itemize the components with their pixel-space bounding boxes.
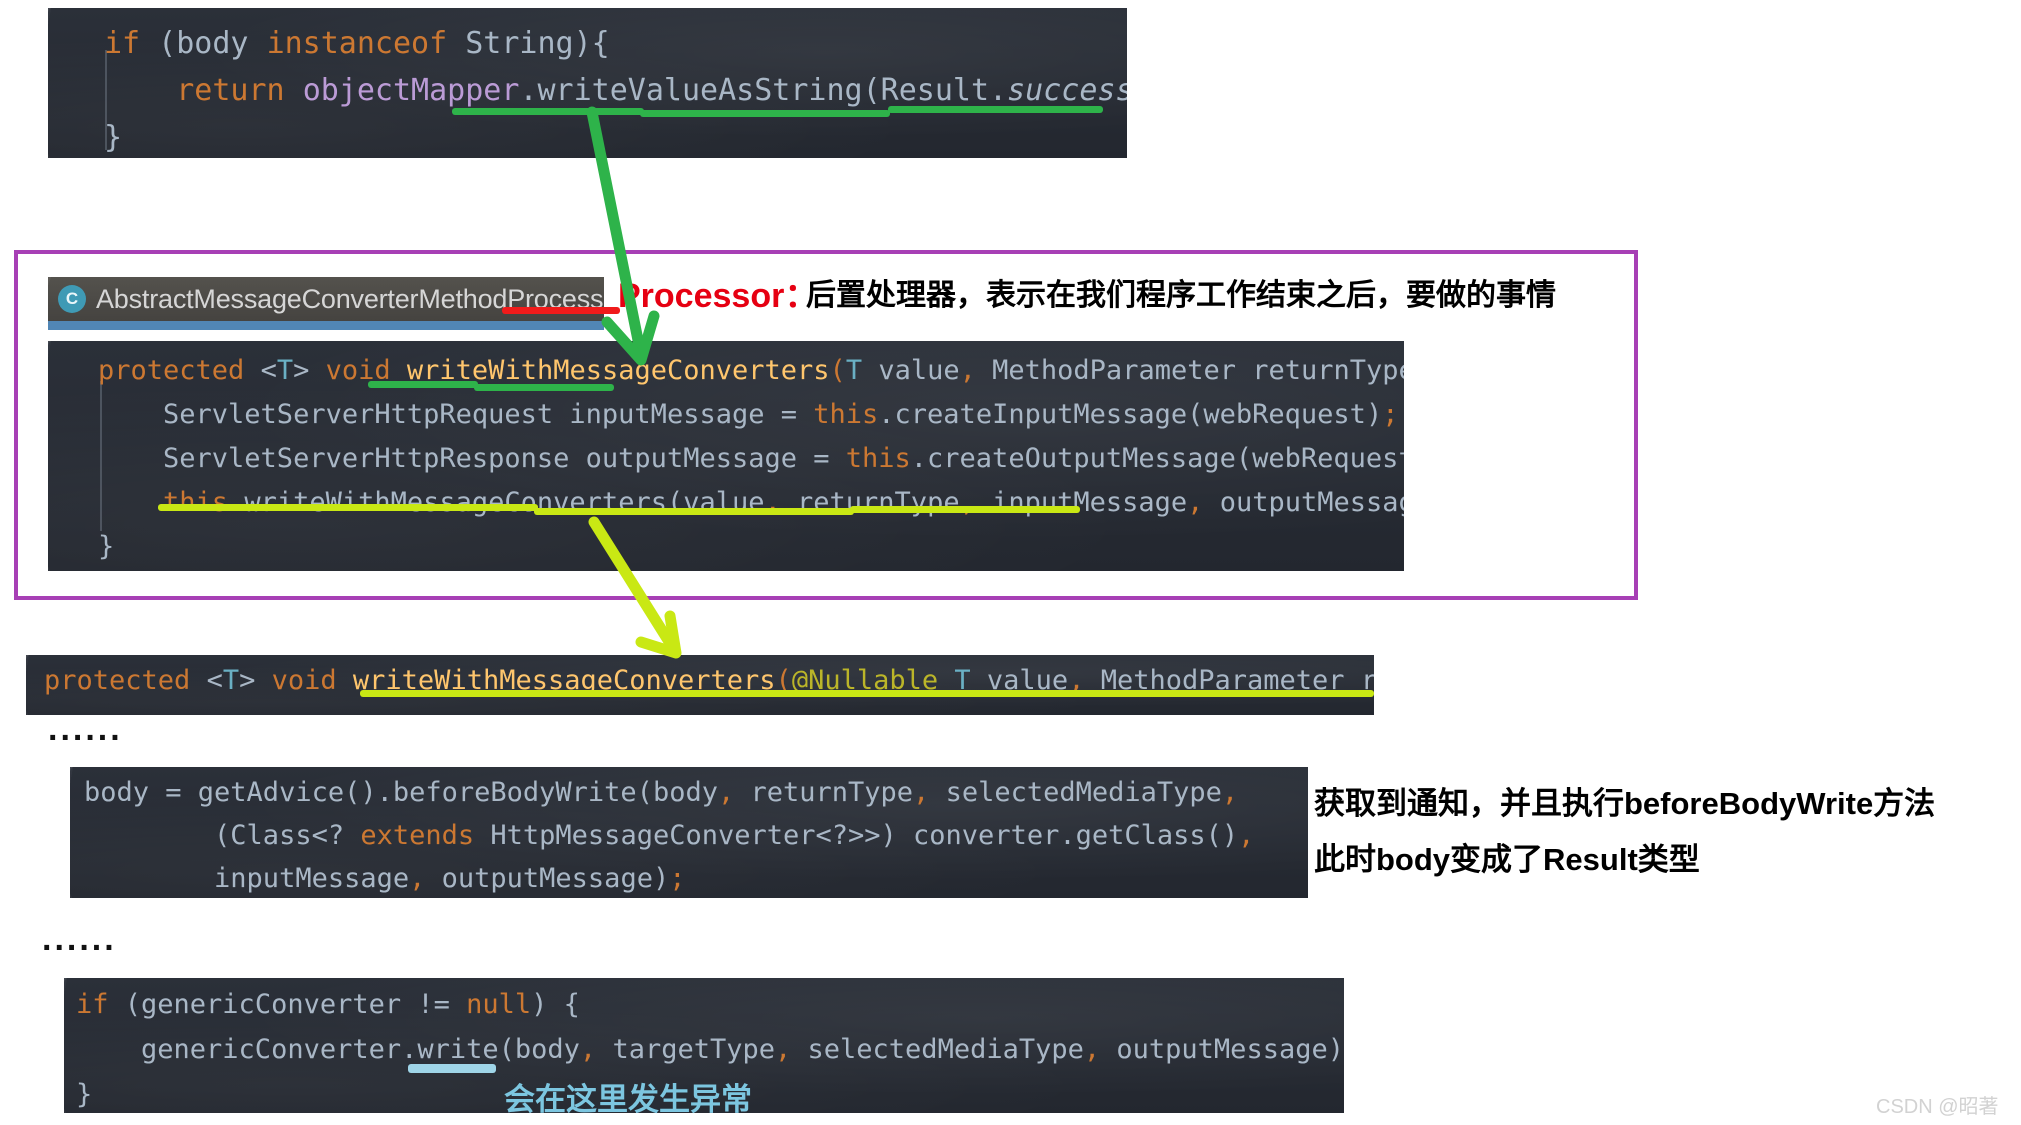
code-line: genericConverter.write(body, targetType,… bbox=[76, 1034, 1344, 1065]
advice-note-line-2: 此时body变成了Result类型 bbox=[1314, 842, 1700, 877]
ellipsis-2: ...... bbox=[42, 920, 117, 958]
exception-note: 会在这里发生异常 bbox=[504, 1082, 752, 1117]
class-file-icon: C bbox=[58, 285, 86, 313]
class-file-icon-letter: C bbox=[65, 289, 79, 308]
code-line: ServletServerHttpResponse outputMessage … bbox=[98, 443, 1404, 474]
processor-note-prefix: Processor： bbox=[618, 277, 819, 315]
code-line: (Class<? extends HttpMessageConverter<?>… bbox=[84, 820, 1255, 851]
code-line: } bbox=[76, 1079, 93, 1110]
red-underline-tab bbox=[502, 307, 620, 314]
green-underline-3 bbox=[888, 106, 1103, 113]
code-line: body = getAdvice().beforeBodyWrite(body,… bbox=[84, 777, 1239, 808]
code-line: } bbox=[98, 531, 115, 562]
lime-underline-3 bbox=[850, 506, 1080, 513]
code-block-objectmapper: if (body instanceof String){ return obje… bbox=[48, 8, 1127, 158]
code-block-write-with-converters-nullable: protected <T> void writeWithMessageConve… bbox=[26, 655, 1374, 715]
code-line: return objectMapper.writeValueAsString(R… bbox=[176, 73, 1127, 108]
editor-tab-active-underline bbox=[48, 321, 604, 330]
processor-note-text: 后置处理器，表示在我们程序工作结束之后，要做的事情 bbox=[806, 279, 1556, 312]
ellipsis-1: ...... bbox=[48, 710, 123, 748]
code-block-before-body-write: body = getAdvice().beforeBodyWrite(body,… bbox=[70, 767, 1308, 898]
lime-underline-4 bbox=[360, 690, 1374, 697]
code-line: } bbox=[104, 120, 123, 155]
code-line: if (body instanceof String){ bbox=[104, 26, 610, 61]
code-line: inputMessage, outputMessage); bbox=[84, 863, 686, 894]
code-line: protected <T> void writeWithMessageConve… bbox=[98, 355, 1404, 386]
code-line: if (genericConverter != null) { bbox=[76, 989, 580, 1020]
code-block-write-with-converters-webrequest: protected <T> void writeWithMessageConve… bbox=[48, 341, 1404, 571]
editor-tab-abstractmessageconverter[interactable]: C AbstractMessageConverterMethodProcesso… bbox=[48, 277, 604, 321]
advice-note-line-1: 获取到通知，并且执行beforeBodyWrite方法 bbox=[1314, 786, 1936, 821]
green-underline-4 bbox=[368, 381, 478, 388]
green-underline-1 bbox=[452, 108, 644, 115]
code-line: ServletServerHttpRequest inputMessage = … bbox=[98, 399, 1399, 430]
diagram-canvas: if (body instanceof String){ return obje… bbox=[0, 0, 2021, 1125]
lime-underline-1 bbox=[158, 504, 538, 511]
blue-underline-write bbox=[408, 1064, 496, 1073]
green-underline-2 bbox=[640, 110, 890, 117]
green-underline-5 bbox=[474, 384, 614, 391]
lime-underline-2 bbox=[534, 508, 854, 515]
csdn-watermark: CSDN @昭著 bbox=[1876, 1096, 1999, 1118]
